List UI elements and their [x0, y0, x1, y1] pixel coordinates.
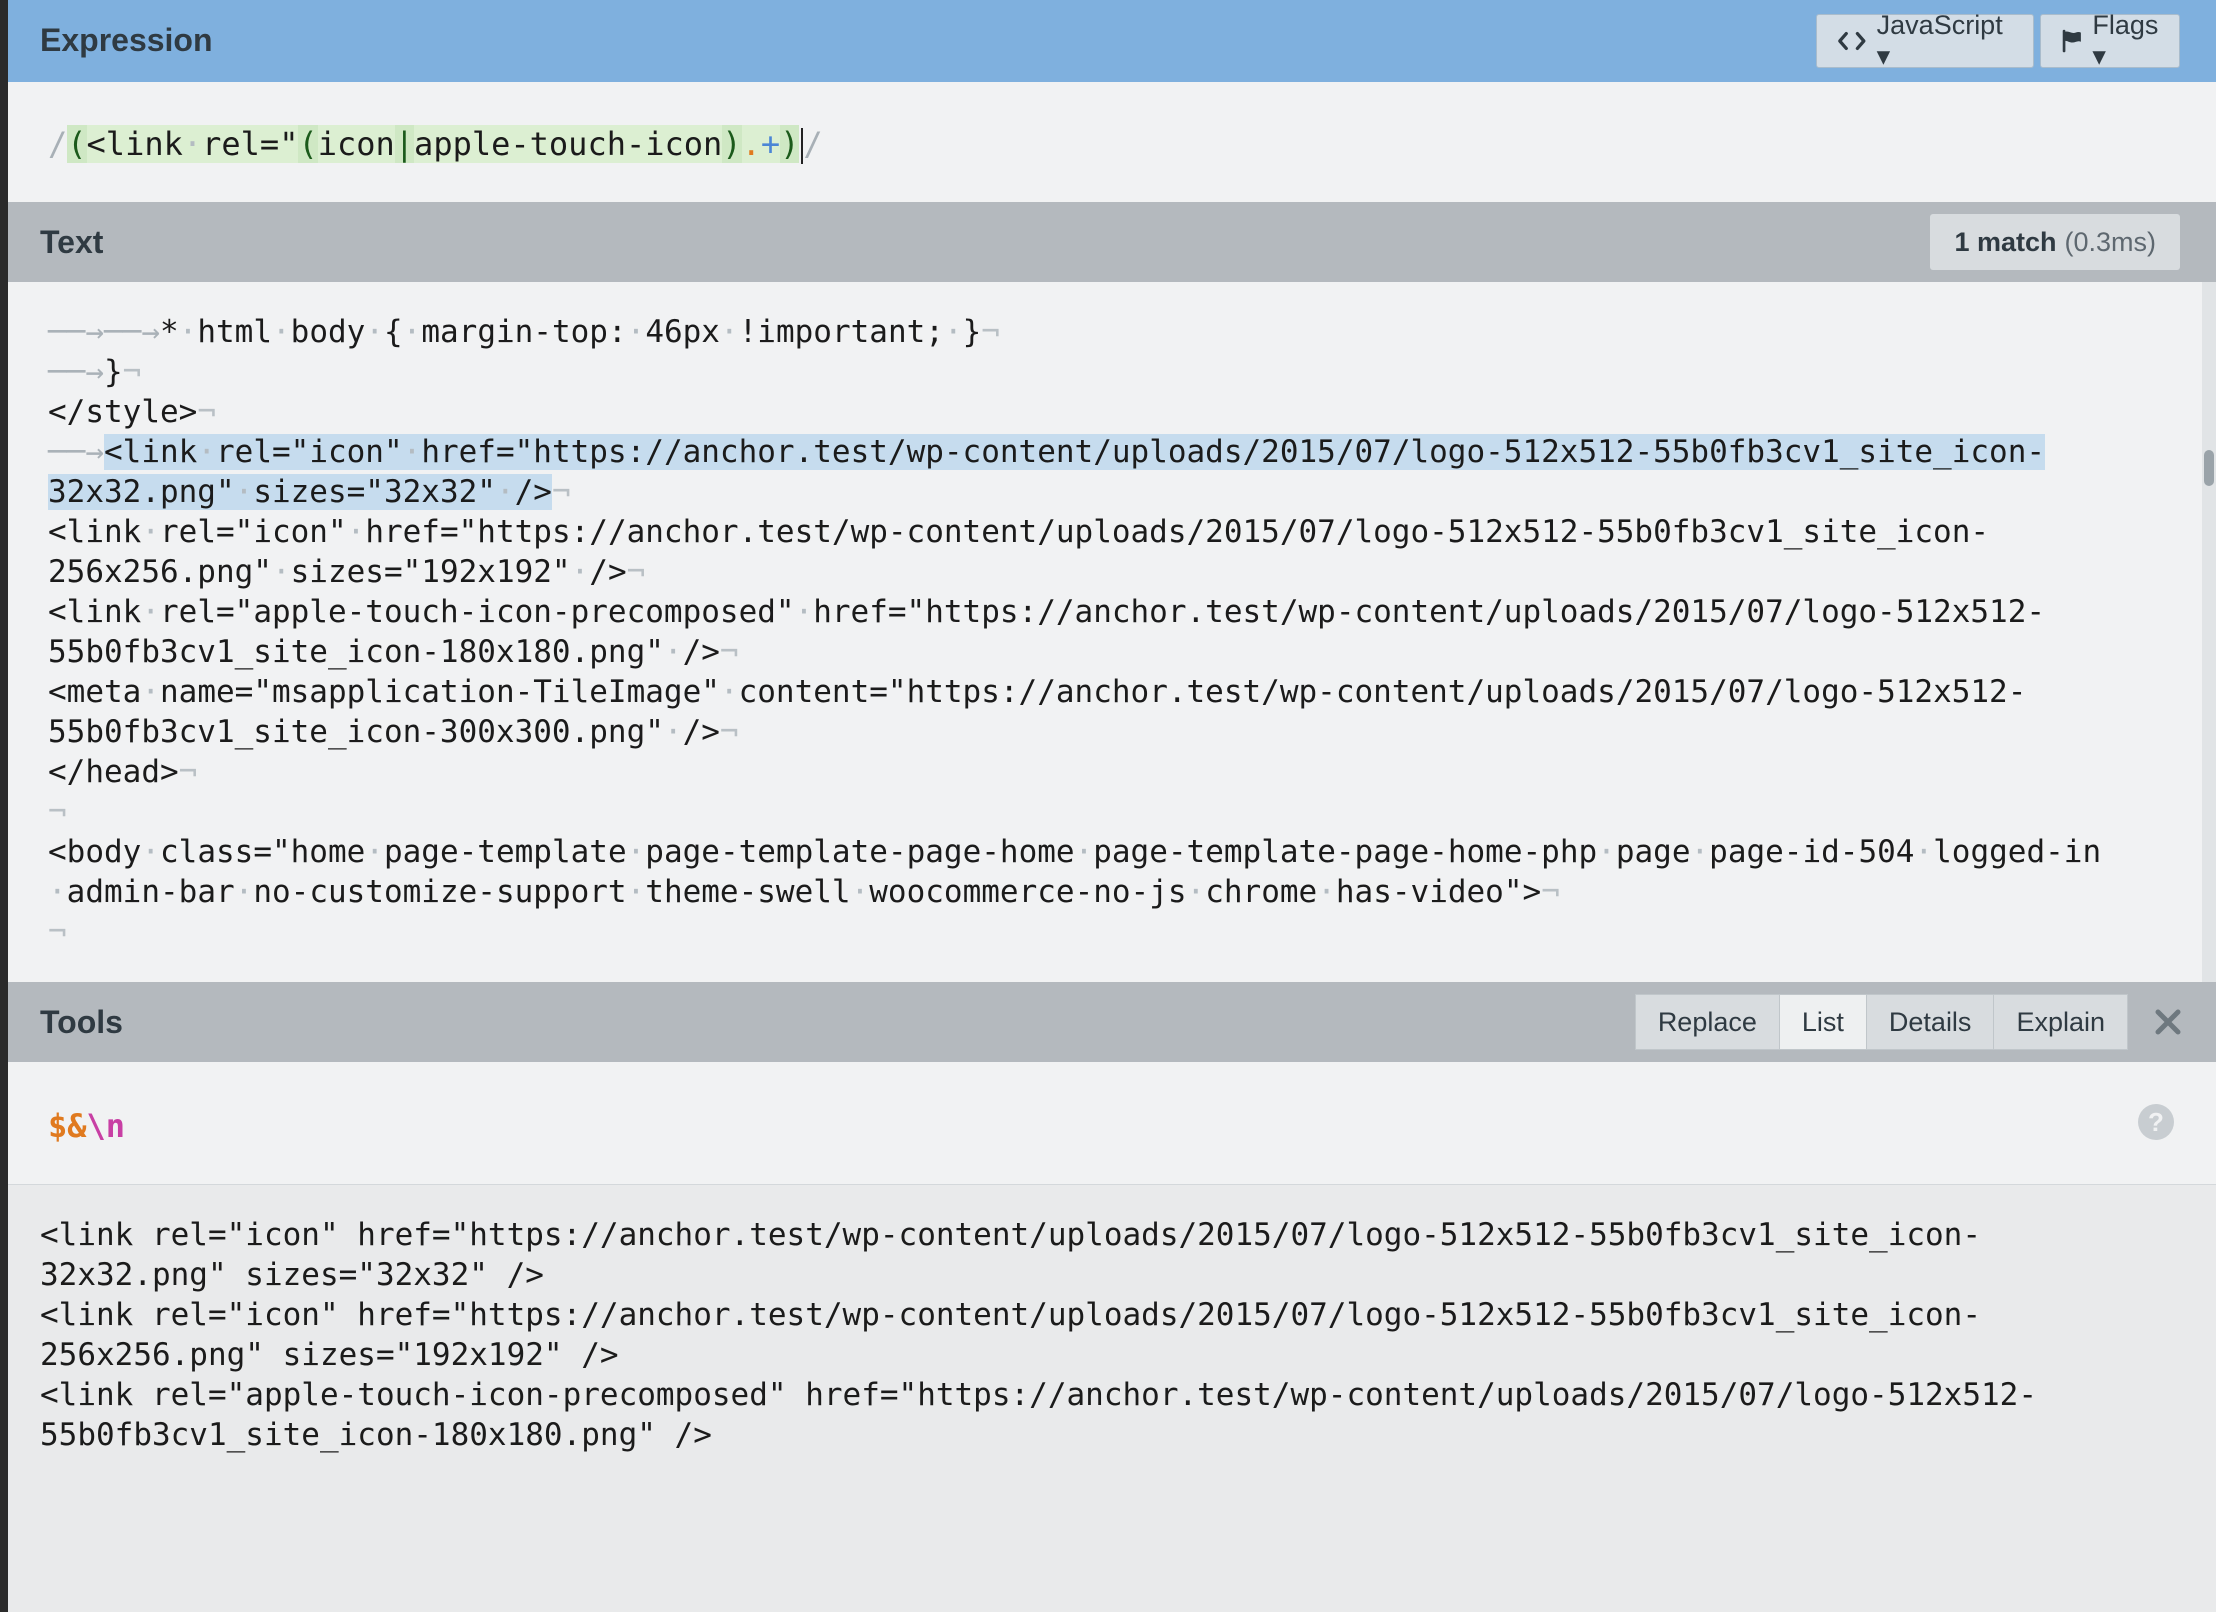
alternation-group-open: ( [298, 125, 318, 163]
output-line: 32x32.png" sizes="32x32" /> [40, 1257, 544, 1293]
text-line: <link·rel="icon"·href="https://anchor.te… [104, 434, 2046, 470]
text-line: </style> [48, 394, 198, 430]
literal-rel: rel=" [202, 125, 299, 163]
text-editor[interactable]: ──→──→*·html·body·{·margin-top:·46px·!im… [8, 282, 2202, 982]
text-line: </head> [48, 754, 179, 790]
regex-app: Expression JavaScript ▾ Flags ▾ /(<link·… [8, 0, 2216, 1612]
output-line: <link rel="apple-touch-icon-precomposed"… [40, 1377, 2038, 1413]
text-line: <meta·name="msapplication-TileImage"·con… [48, 674, 2027, 710]
text-line: admin-bar·no-customize-support·theme-swe… [66, 874, 1542, 910]
flags-button[interactable]: Flags ▾ [2040, 10, 2180, 71]
match-time: (0.3ms) [2064, 226, 2156, 257]
list-substitution-input[interactable]: $&\n ? [8, 1062, 2216, 1185]
match-highlight-cont: 32x32.png"·sizes="32x32"·/> [48, 474, 552, 510]
alternation-group-close: ) [722, 125, 742, 163]
output-line: <link rel="icon" href="https://anchor.te… [40, 1297, 1982, 1333]
expression-header: Expression JavaScript ▾ Flags ▾ [8, 0, 2216, 82]
flavor-label: JavaScript ▾ [1876, 10, 2003, 71]
tools-header: Tools Replace List Details Explain [8, 982, 2216, 1062]
tab-list[interactable]: List [1778, 994, 1867, 1050]
output-line: <link rel="icon" href="https://anchor.te… [40, 1217, 1982, 1253]
tools-title: Tools [40, 1004, 123, 1040]
match-status-badge: 1 match (0.3ms) [1930, 214, 2180, 270]
literal-link: <link [86, 125, 183, 163]
text-title: Text [40, 224, 104, 260]
substitution-match-token: $& [48, 1107, 87, 1145]
expression-delimiter-open: / [48, 125, 68, 163]
text-content[interactable]: ──→──→*·html·body·{·margin-top:·46px·!im… [48, 312, 2101, 952]
tab-replace[interactable]: Replace [1634, 994, 1780, 1050]
close-icon[interactable] [2150, 1004, 2186, 1040]
plus-quantifier: + [760, 125, 781, 163]
text-scrollbar[interactable] [2202, 282, 2216, 982]
alternative-icon: icon [317, 125, 395, 163]
substitution-text[interactable]: $&\n [48, 1106, 125, 1146]
match-count: 1 match [1954, 226, 2057, 257]
text-line: 256x256.png"·sizes="192x192"·/> [48, 554, 627, 590]
substitution-newline-token: \n [86, 1107, 126, 1145]
text-line: *·html·body·{·margin-top:·46px·!importan… [159, 314, 982, 350]
output-line: 55b0fb3cv1_site_icon-180x180.png" /> [40, 1417, 712, 1453]
flavor-button[interactable]: JavaScript ▾ [1816, 10, 2034, 71]
flag-icon [2062, 29, 2081, 53]
group-open: ( [67, 125, 87, 163]
tab-details[interactable]: Details [1865, 994, 1995, 1050]
alternative-apple-touch-icon: apple-touch-icon [414, 125, 723, 163]
tools-tab-bar: Replace List Details Explain [1634, 994, 2128, 1050]
code-icon [1838, 31, 1866, 51]
group-close: ) [780, 125, 800, 163]
text-scrollbar-thumb[interactable] [2204, 450, 2214, 486]
expression-input[interactable]: /(<link·rel="(icon|apple-touch-icon).+) / [8, 82, 2216, 202]
list-output: <link rel="icon" href="https://anchor.te… [8, 1185, 2216, 1612]
text-line: 32x32.png"·sizes="32x32"·/> [48, 474, 552, 510]
text-line: 55b0fb3cv1_site_icon-180x180.png"·/> [48, 634, 720, 670]
output-content: <link rel="icon" href="https://anchor.te… [40, 1215, 2037, 1455]
alternation-pipe: | [394, 125, 415, 163]
text-line: <link·rel="icon"·href="https://anchor.te… [48, 514, 1990, 550]
tab-explain[interactable]: Explain [1993, 994, 2128, 1050]
text-header: Text 1 match (0.3ms) [8, 202, 2216, 282]
text-line: <body·class="home·page-template·page-tem… [48, 834, 2102, 870]
text-line: } [104, 354, 123, 390]
text-line: <link·rel="apple-touch-icon-precomposed"… [48, 594, 2046, 630]
help-icon[interactable]: ? [2138, 1104, 2174, 1140]
expression-title: Expression [40, 22, 213, 58]
expression-delimiter-close: / [803, 125, 823, 163]
output-line: 256x256.png" sizes="192x192" /> [40, 1337, 619, 1373]
dot-token: . [741, 125, 761, 163]
expression-text[interactable]: /(<link·rel="(icon|apple-touch-icon).+) / [48, 122, 823, 166]
text-line: 55b0fb3cv1_site_icon-300x300.png"·/> [48, 714, 720, 750]
flags-label: Flags ▾ [2092, 10, 2159, 71]
match-highlight: <link·rel="icon"·href="https://anchor.te… [104, 434, 2046, 470]
